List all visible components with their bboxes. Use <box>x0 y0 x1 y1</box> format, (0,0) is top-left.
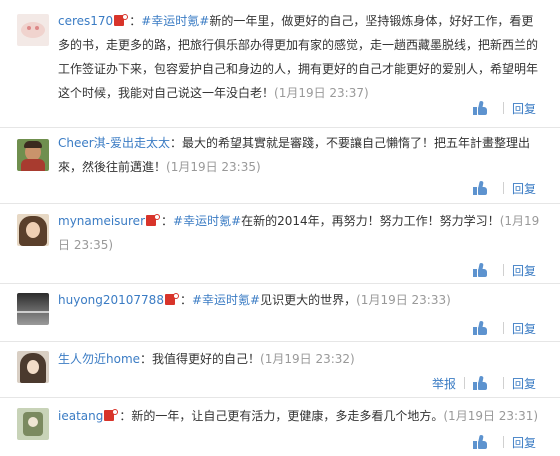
report-link[interactable]: 举报 <box>432 375 456 392</box>
vip-badge-icon <box>114 14 129 27</box>
vip-badge-icon <box>164 293 179 306</box>
comment-feed: ceres170 ：#幸运时氪#新的一年里，做更好的自己，坚持锻炼身体，好好工作，… <box>0 0 560 456</box>
reply-link[interactable]: 回复 <box>512 320 536 337</box>
avatar[interactable] <box>17 214 49 246</box>
comment-item: Cheer淇-爱出走太太：最大的希望其實就是審踐，不要讓自己懶惰了！把五年計畫整… <box>0 128 560 204</box>
comment-item: 生人勿近home：我值得更好的自己！(1月19日 23:32) 举报 回复 <box>0 342 560 398</box>
divider <box>502 182 504 194</box>
thumbs-up-icon[interactable] <box>472 262 487 277</box>
comment-body: mynameisurer ：#幸运时氪#在新的2014年，再努力！努力工作！努力学… <box>58 209 540 257</box>
divider <box>502 322 504 334</box>
comment-actions: 回复 <box>472 100 536 117</box>
comment-item: ieatang ：新的一年，让自己更有活力，更健康，多走多看几个地方。(1月19日… <box>0 398 560 456</box>
avatar[interactable] <box>17 351 49 383</box>
comment-time: (1月19日 23:32) <box>260 352 355 366</box>
username-link[interactable]: ieatang <box>58 409 103 423</box>
comment-actions: 回复 <box>472 262 536 279</box>
comment-time: (1月19日 23:31) <box>443 409 539 423</box>
comment-actions: 举报 回复 <box>432 375 536 391</box>
thumbs-up-icon[interactable] <box>472 434 487 449</box>
comment-body: ceres170 ：#幸运时氪#新的一年里，做更好的自己，坚持锻炼身体，好好工作，… <box>58 9 540 105</box>
reply-link[interactable]: 回复 <box>512 434 536 451</box>
comment-time: (1月19日 23:37) <box>274 86 369 100</box>
comment-item: ceres170 ：#幸运时氪#新的一年里，做更好的自己，坚持锻炼身体，好好工作，… <box>0 0 560 128</box>
comment-item: mynameisurer ：#幸运时氪#在新的2014年，再努力！努力工作！努力学… <box>0 204 560 284</box>
avatar[interactable] <box>17 408 49 440</box>
colon: ： <box>179 293 192 307</box>
thumbs-up-icon[interactable] <box>472 375 487 390</box>
username-link[interactable]: mynameisurer <box>58 214 145 228</box>
comment-time: (1月19日 23:35) <box>166 160 261 174</box>
comment-actions: 回复 <box>472 320 536 337</box>
hashtag-link[interactable]: #幸运时氪# <box>192 293 260 307</box>
comment-text: ：我值得更好的自己！ <box>140 352 261 366</box>
vip-badge-icon <box>146 214 160 227</box>
username-link[interactable]: 生人勿近home <box>58 352 140 366</box>
username-link[interactable]: Cheer淇-爱出走太太 <box>58 136 170 150</box>
colon: ： <box>161 214 174 228</box>
reply-link[interactable]: 回复 <box>512 180 536 197</box>
comment-body: ieatang ：新的一年，让自己更有活力，更健康，多走多看几个地方。(1月19日… <box>58 404 540 428</box>
comment-text: 在新的2014年，再努力！努力工作！努力学习！ <box>241 214 500 228</box>
divider <box>502 377 504 389</box>
divider <box>463 377 465 389</box>
avatar[interactable] <box>17 293 49 325</box>
reply-link[interactable]: 回复 <box>512 262 536 279</box>
comment-body: 生人勿近home：我值得更好的自己！(1月19日 23:32) <box>58 347 540 371</box>
thumbs-up-icon[interactable] <box>472 180 487 195</box>
colon: ： <box>129 14 142 28</box>
reply-link[interactable]: 回复 <box>512 375 536 392</box>
divider <box>502 436 504 448</box>
comment-body: huyong20107788 ：#幸运时氪#见识更大的世界，(1月19日 23:3… <box>58 288 540 312</box>
hashtag-link[interactable]: #幸运时氪# <box>141 14 209 28</box>
thumbs-up-icon[interactable] <box>472 100 487 115</box>
vip-badge-icon <box>104 409 119 422</box>
hashtag-link[interactable]: #幸运时氪# <box>173 214 241 228</box>
comment-text: 见识更大的世界， <box>260 293 357 307</box>
comment-text: ：新的一年，让自己更有活力，更健康，多走多看几个地方。 <box>119 409 444 423</box>
comment-item: huyong20107788 ：#幸运时氪#见识更大的世界，(1月19日 23:3… <box>0 284 560 342</box>
comment-body: Cheer淇-爱出走太太：最大的希望其實就是審踐，不要讓自己懶惰了！把五年計畫整… <box>58 131 540 179</box>
divider <box>502 102 504 114</box>
reply-link[interactable]: 回复 <box>512 100 536 117</box>
thumbs-up-icon[interactable] <box>472 320 487 335</box>
comment-time: (1月19日 23:33) <box>356 293 451 307</box>
username-link[interactable]: ceres170 <box>58 14 113 28</box>
divider <box>502 264 504 276</box>
username-link[interactable]: huyong20107788 <box>58 293 164 307</box>
avatar[interactable] <box>17 14 49 46</box>
avatar[interactable] <box>17 139 49 171</box>
comment-actions: 回复 <box>472 434 536 451</box>
comment-actions: 回复 <box>472 180 536 197</box>
